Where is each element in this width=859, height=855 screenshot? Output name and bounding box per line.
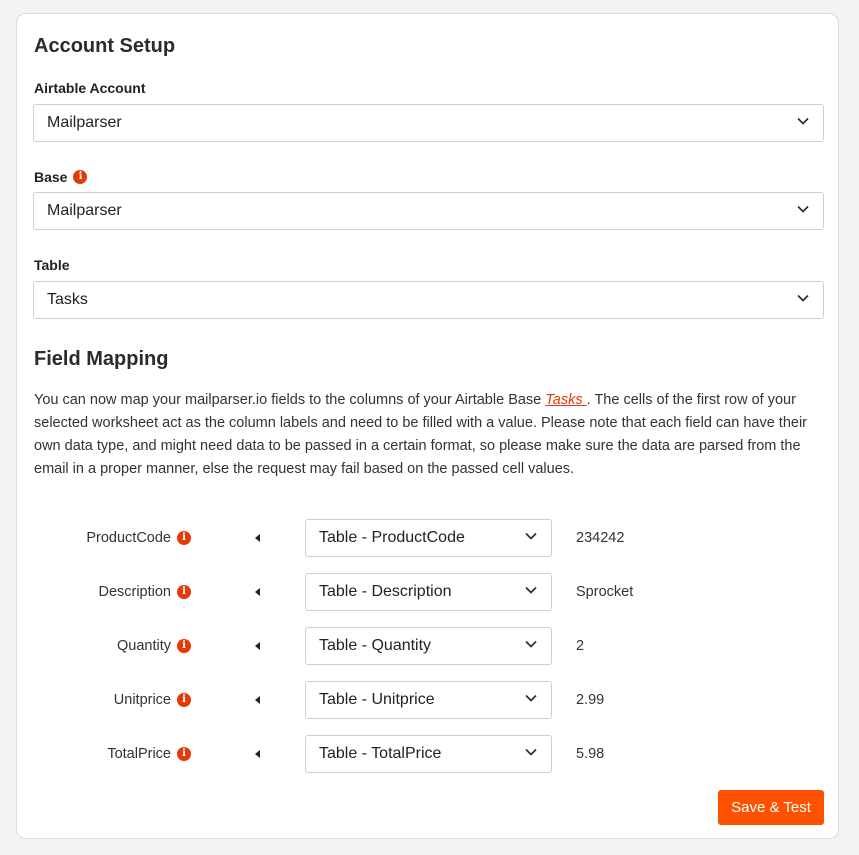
mapping-row: Unitprice i Table - Unitprice 2.99 bbox=[17, 681, 840, 719]
mapping-row: TotalPrice i Table - TotalPrice 5.98 bbox=[17, 735, 840, 773]
mapping-row: ProductCode i Table - ProductCode 234242 bbox=[17, 519, 840, 557]
mapping-field-label: Quantity bbox=[117, 638, 171, 654]
save-and-test-button[interactable]: Save & Test bbox=[718, 790, 824, 825]
table-select[interactable]: Tasks bbox=[33, 281, 824, 319]
info-icon[interactable]: i bbox=[73, 170, 88, 184]
info-icon[interactable]: i bbox=[177, 747, 191, 761]
mapping-column-value: Table - Quantity bbox=[319, 637, 432, 654]
base-label: Base i bbox=[34, 169, 88, 185]
mapping-sample-value: 5.98 bbox=[576, 746, 605, 762]
mapping-row: Quantity i Table - Quantity 2 bbox=[17, 627, 840, 665]
mapping-sample-value: 2 bbox=[576, 638, 585, 654]
field-mapping-heading: Field Mapping bbox=[34, 348, 169, 370]
mapping-row: Description i Table - Description Sprock… bbox=[17, 573, 840, 611]
table-label: Table bbox=[34, 257, 70, 273]
mapping-field-name: Quantity i bbox=[117, 627, 191, 665]
mapping-field-name: ProductCode i bbox=[86, 519, 191, 557]
mapping-column-select[interactable]: Table - TotalPrice bbox=[305, 735, 552, 773]
caret-left-icon bbox=[255, 642, 260, 650]
caret-left-icon bbox=[255, 696, 260, 704]
table-value: Tasks bbox=[47, 291, 88, 308]
caret-left-icon bbox=[255, 588, 260, 596]
chevron-down-icon bbox=[797, 294, 809, 302]
mapping-column-select[interactable]: Table - ProductCode bbox=[305, 519, 552, 557]
info-icon[interactable]: i bbox=[177, 693, 191, 707]
field-mapping-description: You can now map your mailparser.io field… bbox=[34, 389, 834, 481]
account-setup-heading: Account Setup bbox=[34, 35, 176, 57]
chevron-down-icon bbox=[525, 694, 537, 702]
mapping-column-select[interactable]: Table - Unitprice bbox=[305, 681, 552, 719]
mapping-column-select[interactable]: Table - Description bbox=[305, 573, 552, 611]
mapping-column-value: Table - Description bbox=[319, 583, 452, 600]
airtable-account-label-text: Airtable Account bbox=[34, 80, 146, 96]
chevron-down-icon bbox=[525, 532, 537, 540]
airtable-account-value: Mailparser bbox=[47, 114, 122, 131]
mapping-field-name: TotalPrice i bbox=[107, 735, 191, 773]
chevron-down-icon bbox=[525, 586, 537, 594]
mapping-field-name: Unitprice i bbox=[114, 681, 191, 719]
mapping-field-label: Unitprice bbox=[113, 692, 171, 708]
airtable-account-select[interactable]: Mailparser bbox=[33, 104, 824, 142]
account-setup-card: Account Setup Airtable Account Mailparse… bbox=[16, 13, 839, 839]
info-icon[interactable]: i bbox=[177, 639, 191, 653]
base-label-text: Base bbox=[34, 169, 68, 185]
mapping-field-label: Description bbox=[98, 584, 171, 600]
chevron-down-icon bbox=[525, 640, 537, 648]
mapping-column-select[interactable]: Table - Quantity bbox=[305, 627, 552, 665]
table-label-text: Table bbox=[34, 257, 70, 273]
base-tasks-link[interactable]: Tasks bbox=[545, 392, 586, 408]
mapping-sample-value: 234242 bbox=[576, 530, 625, 546]
caret-left-icon bbox=[255, 750, 260, 758]
chevron-down-icon bbox=[797, 205, 809, 213]
mapping-column-value: Table - ProductCode bbox=[319, 529, 465, 546]
description-text-start: You can now map your mailparser.io field… bbox=[34, 392, 546, 408]
mapping-field-label: TotalPrice bbox=[107, 746, 171, 762]
mapping-sample-value: 2.99 bbox=[576, 692, 605, 708]
base-value: Mailparser bbox=[47, 202, 122, 219]
mapping-column-value: Table - TotalPrice bbox=[319, 745, 442, 762]
info-icon[interactable]: i bbox=[177, 531, 191, 545]
base-select[interactable]: Mailparser bbox=[33, 192, 824, 230]
mapping-column-value: Table - Unitprice bbox=[319, 691, 435, 708]
airtable-account-label: Airtable Account bbox=[34, 80, 146, 96]
mapping-sample-value: Sprocket bbox=[576, 584, 634, 600]
mapping-field-label: ProductCode bbox=[86, 530, 171, 546]
info-icon[interactable]: i bbox=[177, 585, 191, 599]
mapping-field-name: Description i bbox=[98, 573, 191, 611]
chevron-down-icon bbox=[525, 748, 537, 756]
chevron-down-icon bbox=[797, 117, 809, 125]
caret-left-icon bbox=[255, 534, 260, 542]
